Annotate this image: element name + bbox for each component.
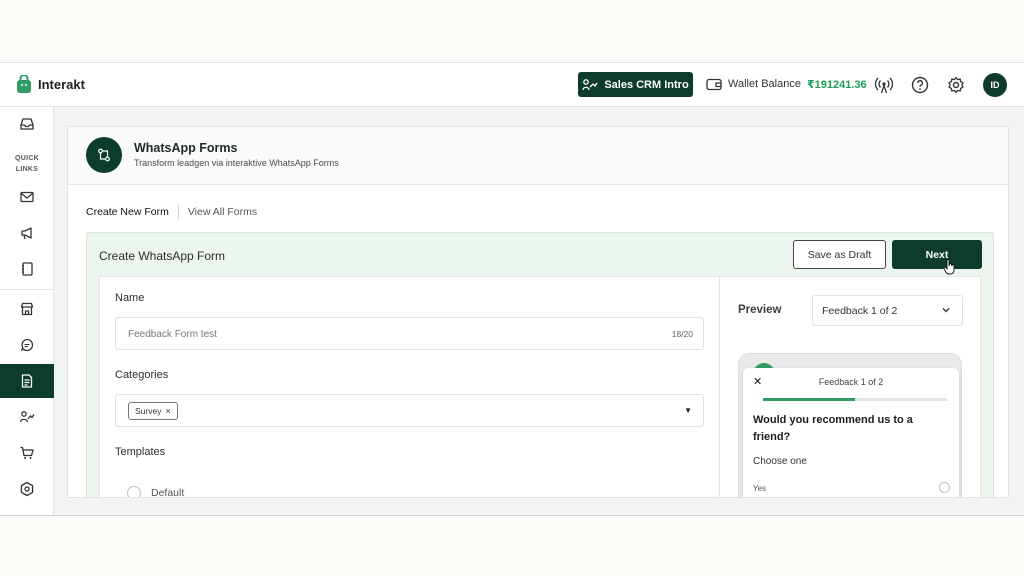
form-progress-bar bbox=[763, 398, 947, 401]
top-bar: Interakt Sales CRM Intro Wallet Balance … bbox=[0, 63, 1024, 107]
form-icon bbox=[21, 374, 33, 388]
interakt-logo-icon bbox=[17, 75, 31, 93]
page-header: WhatsApp Forms Transform leadgen via int… bbox=[68, 127, 1008, 185]
option-yes-label: Yes bbox=[753, 484, 767, 493]
wallet-icon bbox=[706, 78, 722, 91]
page-subtitle: Transform leadgen via interaktive WhatsA… bbox=[134, 158, 339, 168]
preview-screen-select[interactable]: Feedback 1 of 2 bbox=[812, 295, 963, 326]
category-chip: Survey × bbox=[128, 402, 178, 420]
hand-cursor-icon bbox=[943, 259, 955, 275]
notebook-icon bbox=[22, 262, 33, 276]
question-text: Would you recommend us to a friend? bbox=[753, 414, 913, 443]
wallet-balance[interactable]: Wallet Balance ₹191241.36 bbox=[706, 77, 867, 91]
sidebar-item-chat[interactable] bbox=[0, 328, 54, 362]
hexagon-settings-icon bbox=[20, 481, 34, 497]
wallet-amount: ₹191241.36 bbox=[806, 78, 867, 91]
whatsapp-form-sheet: ✕ Feedback 1 of 2 Would you recommend us… bbox=[743, 368, 959, 497]
tab-view-all-forms[interactable]: View All Forms bbox=[179, 206, 257, 218]
sidebar: QUICK LINKS bbox=[0, 107, 54, 515]
user-avatar[interactable]: ID bbox=[983, 73, 1007, 97]
form-name-value: Feedback Form test bbox=[128, 329, 217, 340]
categories-select[interactable]: Survey × ▼ bbox=[115, 394, 704, 427]
sales-icon bbox=[582, 78, 598, 90]
help-icon[interactable] bbox=[911, 76, 929, 94]
char-counter: 18/20 bbox=[671, 329, 693, 339]
preview-panel: Preview Feedback 1 of 2 ✕ Feedback 1 of … bbox=[719, 276, 981, 497]
gear-icon[interactable] bbox=[947, 76, 965, 94]
sales-crm-intro-button[interactable]: Sales CRM Intro bbox=[578, 72, 693, 97]
template-option-label: Default bbox=[151, 487, 185, 498]
sidebar-item-integrations[interactable] bbox=[0, 472, 54, 506]
sidebar-item-notebook[interactable] bbox=[0, 252, 54, 286]
categories-label: Categories bbox=[115, 369, 169, 381]
brand-name: Interakt bbox=[38, 77, 85, 92]
preview-label: Preview bbox=[738, 304, 782, 316]
quick-links-line2: LINKS bbox=[15, 166, 39, 173]
chat-icon bbox=[20, 338, 34, 352]
wallet-label: Wallet Balance bbox=[728, 78, 801, 90]
workflow-icon bbox=[98, 148, 110, 162]
brand[interactable]: Interakt bbox=[16, 75, 85, 94]
sidebar-item-campaigns[interactable] bbox=[0, 216, 54, 250]
name-label: Name bbox=[115, 292, 145, 304]
tab-create-new-form[interactable]: Create New Form bbox=[86, 206, 178, 218]
megaphone-icon bbox=[21, 227, 32, 240]
mail-icon bbox=[20, 191, 34, 203]
sales-crm-intro-label: Sales CRM Intro bbox=[604, 78, 689, 91]
save-as-draft-button[interactable]: Save as Draft bbox=[793, 240, 886, 269]
sidebar-item-forms[interactable] bbox=[0, 364, 54, 398]
page-title: WhatsApp Forms bbox=[134, 141, 238, 155]
template-radio-default[interactable] bbox=[127, 486, 141, 497]
preview-screen-value: Feedback 1 of 2 bbox=[822, 305, 898, 317]
choose-one-label: Choose one bbox=[753, 456, 807, 467]
form-fields-panel: Name Feedback Form test 18/20 Categories… bbox=[99, 276, 719, 498]
sidebar-item-store[interactable] bbox=[0, 292, 54, 326]
sidebar-item-mail[interactable] bbox=[0, 180, 54, 214]
whatsapp-forms-card: WhatsApp Forms Transform leadgen via int… bbox=[67, 126, 1009, 498]
form-section-title: Create WhatsApp Form bbox=[99, 249, 226, 263]
app-window: Interakt Sales CRM Intro Wallet Balance … bbox=[0, 62, 1024, 516]
inbox-icon bbox=[20, 118, 34, 130]
sidebar-item-sales[interactable] bbox=[0, 400, 54, 434]
phone-preview: ✕ Feedback 1 of 2 Would you recommend us… bbox=[738, 353, 962, 497]
form-progress-fill bbox=[763, 398, 855, 401]
caret-down-icon[interactable]: ▼ bbox=[684, 406, 692, 415]
category-chip-label: Survey bbox=[135, 406, 162, 416]
sales-icon bbox=[19, 411, 35, 423]
sidebar-divider bbox=[0, 289, 54, 290]
create-form-section: Create WhatsApp Form Save as Draft Next … bbox=[86, 232, 994, 498]
store-icon bbox=[20, 302, 34, 316]
quick-links-label: QUICK LINKS bbox=[0, 153, 54, 175]
form-name-input[interactable]: Feedback Form test 18/20 bbox=[115, 317, 704, 350]
sidebar-item-commerce[interactable] bbox=[0, 436, 54, 470]
sheet-title: Feedback 1 of 2 bbox=[818, 377, 884, 387]
quick-links-line1: QUICK bbox=[14, 155, 40, 162]
chip-remove-icon[interactable]: × bbox=[165, 406, 170, 416]
option-yes-radio[interactable] bbox=[939, 482, 950, 493]
templates-label: Templates bbox=[115, 446, 166, 458]
chevron-down-icon bbox=[942, 308, 950, 313]
cart-icon bbox=[20, 446, 34, 459]
sidebar-item-inbox[interactable] bbox=[0, 107, 54, 141]
forms-header-icon-wrap bbox=[86, 137, 122, 173]
next-button[interactable]: Next bbox=[892, 240, 982, 269]
broadcast-icon[interactable] bbox=[875, 76, 893, 94]
form-tabs: Create New Form View All Forms bbox=[86, 205, 257, 219]
